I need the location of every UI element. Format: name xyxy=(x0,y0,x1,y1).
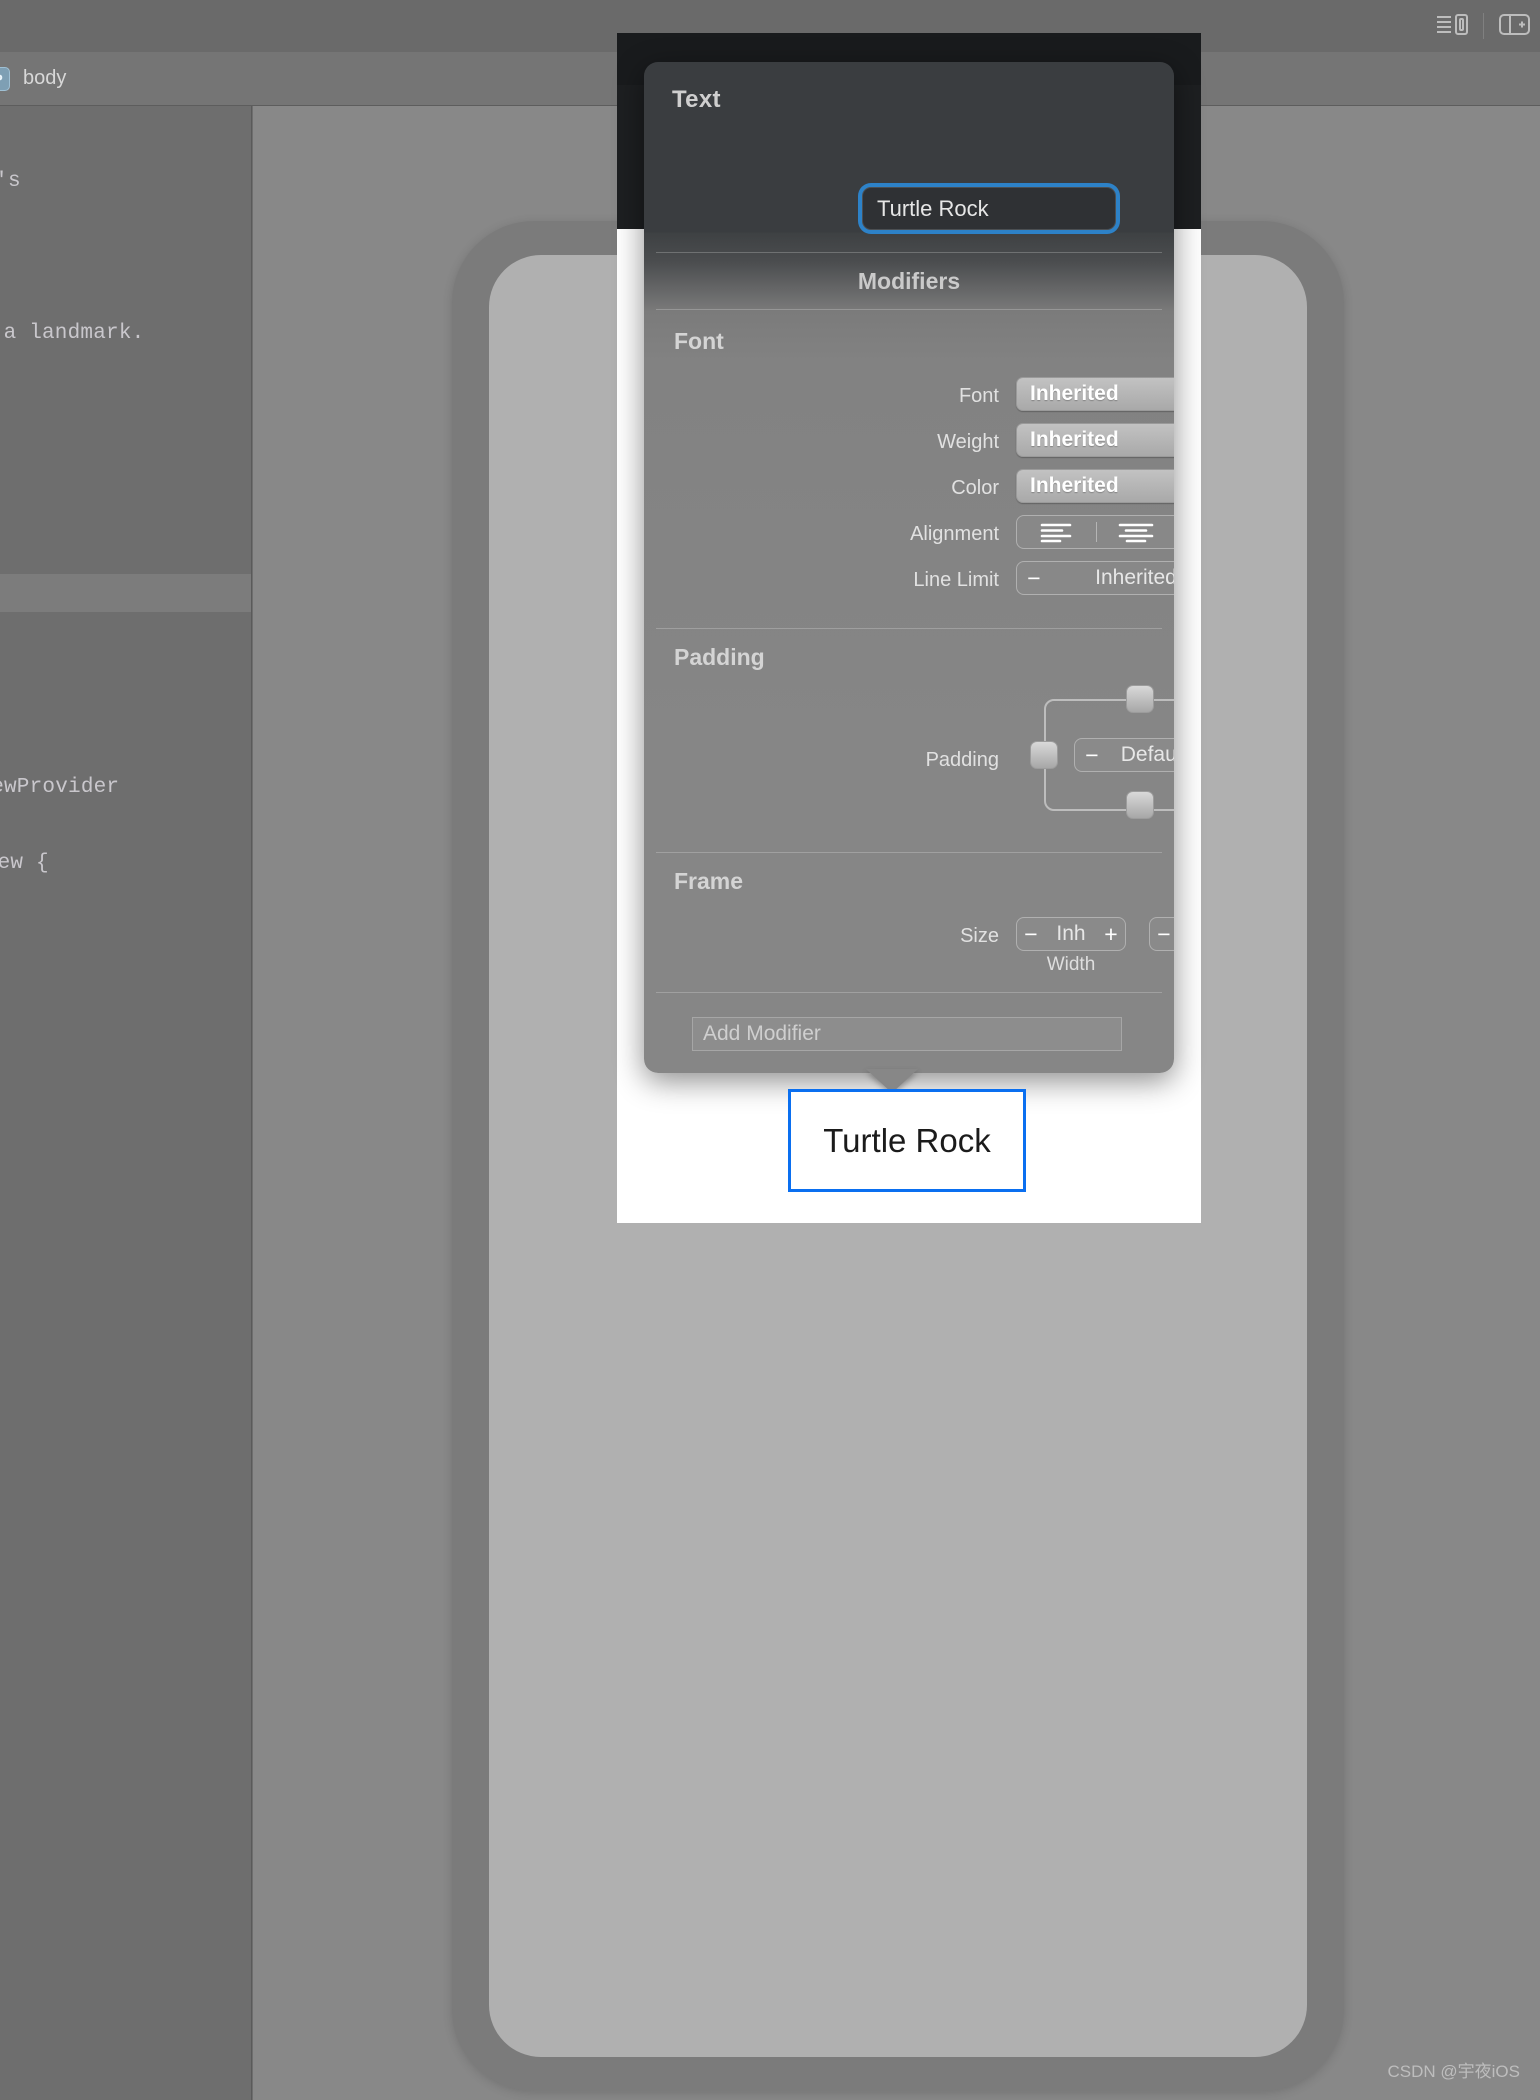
frame-width-value: Inh xyxy=(1056,922,1086,945)
breadcrumb-label[interactable]: body xyxy=(23,67,66,90)
modifiers-heading: Modifiers xyxy=(857,268,961,294)
watermark: CSDN @宇夜iOS xyxy=(1387,2062,1521,2081)
inspector-toggle-icon[interactable] xyxy=(1435,10,1469,43)
code-editor[interactable]: mple's r a landmark. reviewProvider View… xyxy=(0,106,252,2100)
preview-text: Turtle Rock xyxy=(823,1121,991,1159)
frame-height-caption: Height xyxy=(1149,954,1174,976)
text-value-field-wrapper[interactable] xyxy=(862,187,1116,230)
padding-amount-stepper[interactable]: − Default + xyxy=(1074,738,1174,772)
row-label-font: Font xyxy=(958,385,999,407)
section-title-padding: Padding xyxy=(674,644,765,670)
font-popup-value: Inherited xyxy=(1030,382,1119,405)
padding-decrement-button[interactable]: − xyxy=(1075,742,1109,769)
frame-width-stepper[interactable]: − Inh + xyxy=(1016,917,1126,951)
row-label-color: Color xyxy=(951,477,999,499)
text-inspector-popover: Text Modifiers Font Font Inherited Weigh… xyxy=(644,62,1174,1073)
preview-symbol-icon: P xyxy=(0,66,10,91)
add-editor-icon[interactable] xyxy=(1498,10,1532,43)
code-line: r a landmark. xyxy=(3,322,145,345)
frame-width-increment-button[interactable]: + xyxy=(1097,921,1125,948)
row-label-padding: Padding xyxy=(925,749,999,771)
weight-popup-value: Inherited xyxy=(1030,428,1119,451)
toolbar-divider xyxy=(1483,13,1484,39)
line-limit-decrement-button[interactable]: − xyxy=(1017,565,1051,592)
code-selection-highlight xyxy=(0,574,251,612)
section-title-frame: Frame xyxy=(674,868,744,894)
row-label-weight: Weight xyxy=(937,431,999,453)
frame-height-stepper[interactable]: − Inh + xyxy=(1149,917,1174,951)
frame-width-decrement-button[interactable]: − xyxy=(1017,921,1045,948)
toolbar-icon-group xyxy=(1435,0,1532,52)
divider xyxy=(656,309,1162,310)
divider xyxy=(656,852,1162,853)
app-window: P body mple's r a landmark. reviewProvid… xyxy=(0,0,1540,2100)
row-label-line-limit: Line Limit xyxy=(913,569,999,591)
line-limit-stepper[interactable]: − Inherited + xyxy=(1016,561,1174,595)
padding-bottom-handle[interactable] xyxy=(1126,791,1154,819)
color-popup-button[interactable]: Inherited xyxy=(1016,469,1174,503)
weight-popup-button[interactable]: Inherited xyxy=(1016,423,1174,457)
frame-height-decrement-button[interactable]: − xyxy=(1150,921,1174,948)
divider xyxy=(656,628,1162,629)
popover-title: Text xyxy=(672,86,721,113)
padding-leading-handle[interactable] xyxy=(1030,741,1058,769)
color-popup-value: Inherited xyxy=(1030,474,1119,497)
divider xyxy=(656,992,1162,993)
padding-value: Default xyxy=(1120,743,1174,766)
code-line: View { xyxy=(0,852,49,875)
font-popup-button[interactable]: Inherited xyxy=(1016,377,1174,411)
row-label-size: Size xyxy=(960,925,999,947)
divider xyxy=(656,252,1162,253)
preview-text-selection[interactable]: Turtle Rock xyxy=(788,1089,1026,1192)
text-value-input[interactable] xyxy=(863,188,1115,229)
code-line: reviewProvider xyxy=(0,776,120,799)
add-modifier-input[interactable] xyxy=(692,1017,1122,1051)
line-limit-value: Inherited xyxy=(1095,566,1174,589)
row-label-alignment: Alignment xyxy=(910,523,999,545)
padding-top-handle[interactable] xyxy=(1126,685,1154,713)
section-title-font: Font xyxy=(674,328,724,354)
align-left-icon[interactable] xyxy=(1017,516,1096,548)
code-line: mple's xyxy=(0,170,21,193)
alignment-segmented-control[interactable] xyxy=(1016,515,1174,549)
frame-width-caption: Width xyxy=(1046,954,1096,975)
align-center-icon[interactable] xyxy=(1097,516,1174,548)
